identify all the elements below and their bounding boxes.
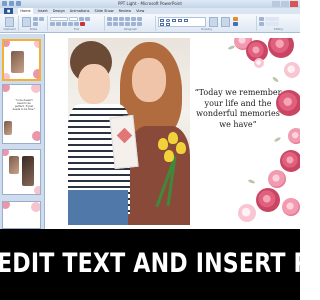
banner-text: EDIT TEXT AND INSERT PHOTOS xyxy=(0,248,300,279)
group-label-font: Font xyxy=(73,28,80,31)
shapes-gallery[interactable] xyxy=(158,17,206,27)
delete-icon[interactable] xyxy=(33,22,38,26)
arrange-icon[interactable] xyxy=(209,17,218,27)
close-icon[interactable] xyxy=(290,1,298,7)
group-label-slides: Slides xyxy=(29,28,38,31)
quote-text-box[interactable]: “Today we remember your life and the won… xyxy=(194,88,282,130)
slide-thumbnail-2[interactable]: 2 "Love doesn't need to be perfect. It j… xyxy=(2,84,41,144)
font-size-box[interactable] xyxy=(69,17,78,21)
justify-icon[interactable] xyxy=(125,22,130,26)
align-right-icon[interactable] xyxy=(119,22,124,26)
clipboard-group: Clipboard xyxy=(1,16,19,31)
reset-icon[interactable] xyxy=(39,17,44,21)
undo-icon[interactable] xyxy=(9,1,14,6)
font-name-box[interactable] xyxy=(50,17,68,21)
quick-access-toolbar[interactable] xyxy=(2,1,21,6)
promo-banner: EDIT TEXT AND INSERT PHOTOS xyxy=(0,229,300,300)
slide-canvas[interactable]: “Today we remember your life and the won… xyxy=(68,38,300,225)
bold-icon[interactable] xyxy=(50,22,55,26)
redo-icon[interactable] xyxy=(16,1,21,6)
grow-font-icon[interactable] xyxy=(79,17,84,21)
shape-fill-icon[interactable] xyxy=(233,17,238,21)
title-bar: PPT Light - Microsoft PowerPoint xyxy=(0,0,300,8)
slide-editor[interactable]: “Today we remember your life and the won… xyxy=(45,34,300,229)
window-controls xyxy=(272,1,298,7)
ribbon: Clipboard Slides Font Paragraph Drawing xyxy=(0,14,300,33)
columns-icon[interactable] xyxy=(131,22,136,26)
shadow-icon[interactable] xyxy=(74,22,79,26)
replace-icon[interactable] xyxy=(259,22,264,26)
align-left-icon[interactable] xyxy=(107,22,112,26)
shrink-font-icon[interactable] xyxy=(85,17,90,21)
slide-thumbnail-1[interactable]: 1 xyxy=(2,39,41,81)
drawing-group: Drawing xyxy=(157,16,257,31)
bullets-icon[interactable] xyxy=(107,17,112,21)
group-label-editing: Editing xyxy=(274,28,283,31)
rectangle-icon[interactable] xyxy=(160,19,164,22)
window-title: PPT Light - Microsoft PowerPoint xyxy=(117,1,182,6)
slides-group: Slides xyxy=(20,16,48,31)
numbering-icon[interactable] xyxy=(113,17,118,21)
maximize-icon[interactable] xyxy=(281,1,289,7)
group-label-clipboard: Clipboard xyxy=(3,28,16,31)
thumbnail-photo xyxy=(22,156,34,186)
font-color-icon[interactable] xyxy=(80,22,85,26)
thumbnail-photo xyxy=(9,156,19,174)
new-slide-icon[interactable] xyxy=(22,17,31,27)
thumbnail-photo xyxy=(11,51,24,73)
paste-icon[interactable] xyxy=(5,17,14,27)
paragraph-group: Paragraph xyxy=(106,16,156,31)
increase-indent-icon[interactable] xyxy=(125,17,130,21)
decrease-indent-icon[interactable] xyxy=(119,17,124,21)
oval-icon[interactable] xyxy=(166,19,170,22)
thumbnail-quote: "Love doesn't need to be perfect. It jus… xyxy=(12,99,36,111)
minimize-icon[interactable] xyxy=(272,1,280,7)
arrow-icon[interactable] xyxy=(178,19,182,22)
italic-icon[interactable] xyxy=(56,22,61,26)
slide-thumbnail-pane[interactable]: 1 2 "Love doesn't need to be perfect. It… xyxy=(0,34,45,229)
find-icon[interactable] xyxy=(259,17,264,21)
thumbnail-photo xyxy=(4,121,12,135)
slide-thumbnail-4[interactable] xyxy=(2,201,41,229)
editing-group: Editing xyxy=(258,16,299,31)
underline-icon[interactable] xyxy=(62,22,67,26)
quick-styles-icon[interactable] xyxy=(221,17,230,27)
layout-icon[interactable] xyxy=(33,17,38,21)
group-label-drawing: Drawing xyxy=(201,28,212,31)
triangle-icon[interactable] xyxy=(184,19,188,22)
font-group: Font xyxy=(49,16,105,31)
line-icon[interactable] xyxy=(172,19,176,22)
align-center-icon[interactable] xyxy=(113,22,118,26)
text-direction-icon[interactable] xyxy=(137,17,142,21)
star-icon[interactable] xyxy=(160,23,164,26)
group-label-paragraph: Paragraph xyxy=(124,28,137,31)
slide-thumbnail-3[interactable]: 3 xyxy=(2,149,41,195)
save-icon[interactable] xyxy=(2,1,7,6)
smartart-icon[interactable] xyxy=(137,22,142,26)
callout-icon[interactable] xyxy=(166,23,170,26)
shape-outline-icon[interactable] xyxy=(233,22,238,26)
line-spacing-icon[interactable] xyxy=(131,17,136,21)
slide-photo-placeholder[interactable] xyxy=(68,38,190,225)
strikethrough-icon[interactable] xyxy=(68,22,73,26)
tulip-icon xyxy=(158,138,168,150)
